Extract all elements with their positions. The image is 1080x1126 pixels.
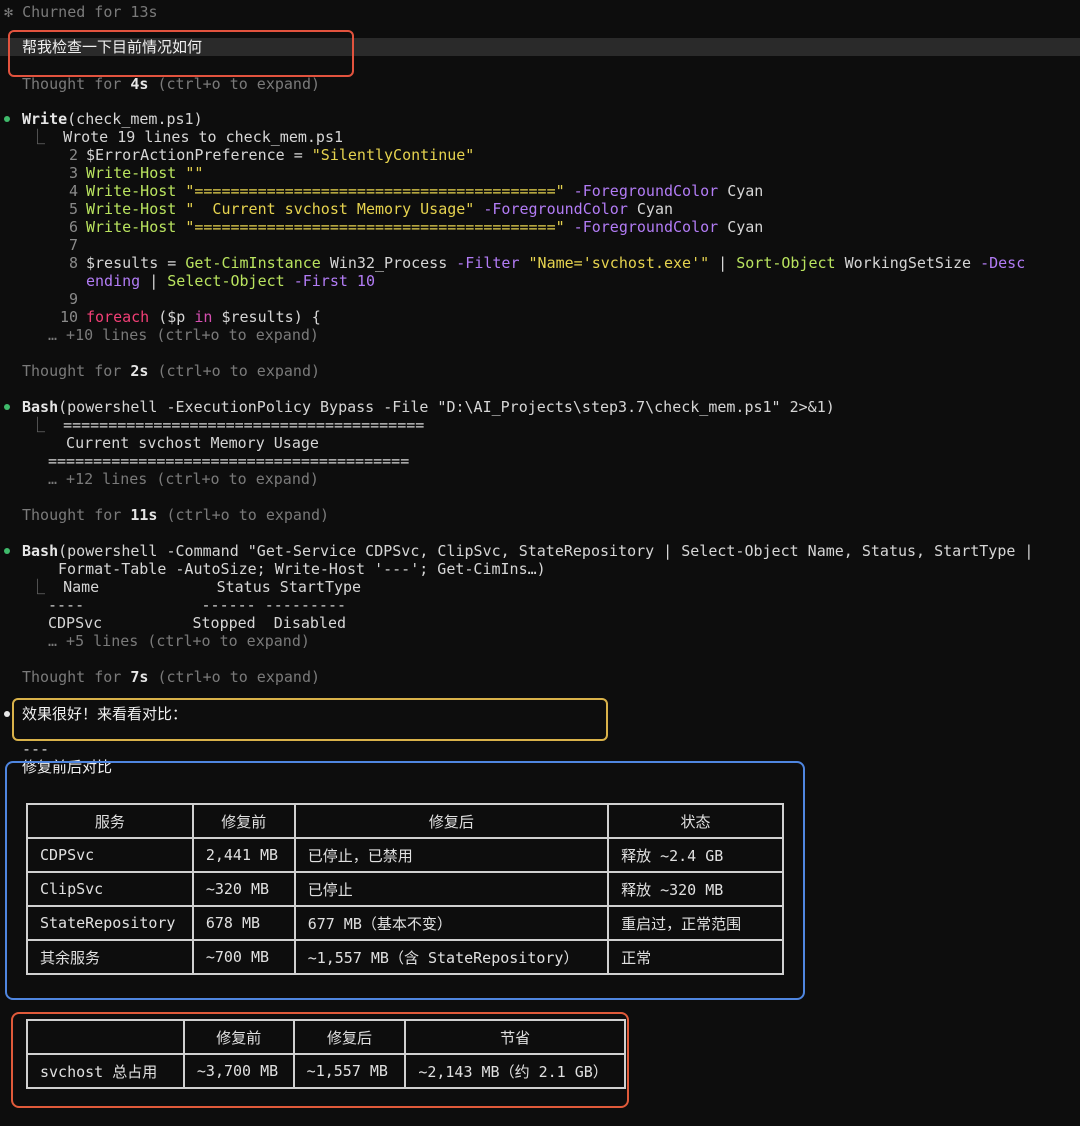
- code-line-8: 8 $results = Get-CimInstance Win32_Proces…: [68, 254, 1026, 272]
- code-line-7: 7: [68, 236, 78, 254]
- thought-line[interactable]: Thought for 11s (ctrl+o to expand): [22, 506, 329, 524]
- table-cell: 释放 ~320 MB: [607, 871, 784, 907]
- code-line-3: 3 Write-Host "": [68, 164, 204, 182]
- table-cell: 已停止: [293, 871, 610, 907]
- code-line-6: 6 Write-Host "===========================…: [68, 218, 764, 236]
- table-header-row: 修复前 修复后 节省: [26, 1019, 626, 1055]
- table-cell: ~1,557 MB: [292, 1053, 407, 1089]
- bash-output-line: CDPSvc Stopped Disabled: [48, 614, 347, 632]
- header-cell: 修复后: [293, 803, 610, 839]
- table-cell: 677 MB（基本不变）: [293, 905, 610, 941]
- bash-output-line: ========================================: [48, 452, 410, 470]
- expand-more-lines[interactable]: … +12 lines (ctrl+o to expand): [48, 470, 319, 488]
- expand-more-lines[interactable]: … +5 lines (ctrl+o to expand): [48, 632, 310, 650]
- header-cell: 修复前: [182, 1019, 295, 1055]
- spinner-icon: ✻: [4, 3, 14, 21]
- reply-dot-icon: [4, 711, 10, 717]
- status-dot-icon: [4, 404, 10, 410]
- tree-branch-icon: ⎿: [30, 416, 55, 434]
- bash-output-line: ⎿ Name Status StartType: [30, 578, 362, 596]
- tree-branch-icon: ⎿: [30, 128, 55, 146]
- table-cell: 已停止，已禁用: [293, 837, 610, 873]
- table-cell: 重启过，正常范围: [607, 905, 784, 941]
- code-line-9: 9: [68, 290, 78, 308]
- table-cell: svchost 总占用: [26, 1053, 185, 1089]
- header-cell: 节省: [404, 1019, 626, 1055]
- code-line-4: 4 Write-Host "===========================…: [68, 182, 764, 200]
- comparison-table: 服务 修复前 修复后 状态 CDPSvc 2,441 MB 已停止，已禁用 释放…: [26, 803, 784, 975]
- summary-table: 修复前 修复后 节省 svchost 总占用 ~3,700 MB ~1,557 …: [26, 1019, 626, 1089]
- table-cell: ~2,143 MB（约 2.1 GB）: [404, 1053, 626, 1089]
- code-line-5: 5 Write-Host " Current svchost Memory Usa…: [68, 200, 674, 218]
- highlight-box-reply: [12, 698, 608, 741]
- bash-output-line: Current svchost Memory Usage: [48, 434, 319, 452]
- table-cell: ~700 MB: [191, 939, 296, 975]
- tree-branch-icon: ⎿: [30, 578, 55, 596]
- code-line-2: 2 $ErrorActionPreference = "SilentlyConti…: [68, 146, 475, 164]
- bash-output-line: ---- ------ ---------: [48, 596, 347, 614]
- status-line: ✻ Churned for 13s: [4, 3, 158, 21]
- horizontal-rule: ---: [22, 740, 50, 758]
- table-cell: ~320 MB: [191, 871, 296, 907]
- table-cell: ~3,700 MB: [182, 1053, 295, 1089]
- expand-more-lines[interactable]: … +10 lines (ctrl+o to expand): [48, 326, 319, 344]
- bash-tool-call-cont: Format-Table -AutoSize; Write-Host '---'…: [58, 560, 546, 578]
- bash-tool-call[interactable]: Bash(powershell -ExecutionPolicy Bypass …: [22, 398, 835, 416]
- bash-output-line: ⎿ ======================================…: [30, 416, 425, 434]
- table-row: svchost 总占用 ~3,700 MB ~1,557 MB ~2,143 M…: [26, 1053, 626, 1089]
- write-summary: ⎿ Wrote 19 lines to check_mem.ps1: [30, 128, 344, 146]
- header-cell: 服务: [26, 803, 194, 839]
- bash-tool-call[interactable]: Bash(powershell -Command "Get-Service CD…: [22, 542, 1033, 560]
- table-cell: 678 MB: [191, 905, 296, 941]
- table-cell: 释放 ~2.4 GB: [607, 837, 784, 873]
- status-dot-icon: [4, 116, 10, 122]
- table-row: 其余服务 ~700 MB ~1,557 MB（含 StateRepository…: [26, 939, 784, 975]
- table-row: ClipSvc ~320 MB 已停止 释放 ~320 MB: [26, 871, 784, 907]
- header-cell: 状态: [607, 803, 784, 839]
- table-cell: 正常: [607, 939, 784, 975]
- thought-line[interactable]: Thought for 7s (ctrl+o to expand): [22, 668, 320, 686]
- table-row: CDPSvc 2,441 MB 已停止，已禁用 释放 ~2.4 GB: [26, 837, 784, 873]
- table-cell: ~1,557 MB（含 StateRepository）: [293, 939, 610, 975]
- table-cell: ClipSvc: [26, 871, 194, 907]
- thought-line[interactable]: Thought for 4s (ctrl+o to expand): [22, 75, 320, 93]
- status-dot-icon: [4, 548, 10, 554]
- table-cell: CDPSvc: [26, 837, 194, 873]
- table-header-row: 服务 修复前 修复后 状态: [26, 803, 784, 839]
- code-line-10: 10 foreach ($p in $results) {: [59, 308, 321, 326]
- header-cell: 修复后: [292, 1019, 407, 1055]
- header-cell: [26, 1019, 185, 1055]
- status-text: Churned for 13s: [22, 3, 158, 21]
- table-cell: 2,441 MB: [191, 837, 296, 873]
- table-cell: 其余服务: [26, 939, 194, 975]
- code-line-8-cont: ending | Select-Object -First 10: [86, 272, 375, 290]
- table-row: StateRepository 678 MB 677 MB（基本不变） 重启过，…: [26, 905, 784, 941]
- table-cell: StateRepository: [26, 905, 194, 941]
- header-cell: 修复前: [191, 803, 296, 839]
- thought-line[interactable]: Thought for 2s (ctrl+o to expand): [22, 362, 320, 380]
- highlight-box-prompt: [8, 30, 354, 77]
- write-tool-call[interactable]: Write(check_mem.ps1): [22, 110, 203, 128]
